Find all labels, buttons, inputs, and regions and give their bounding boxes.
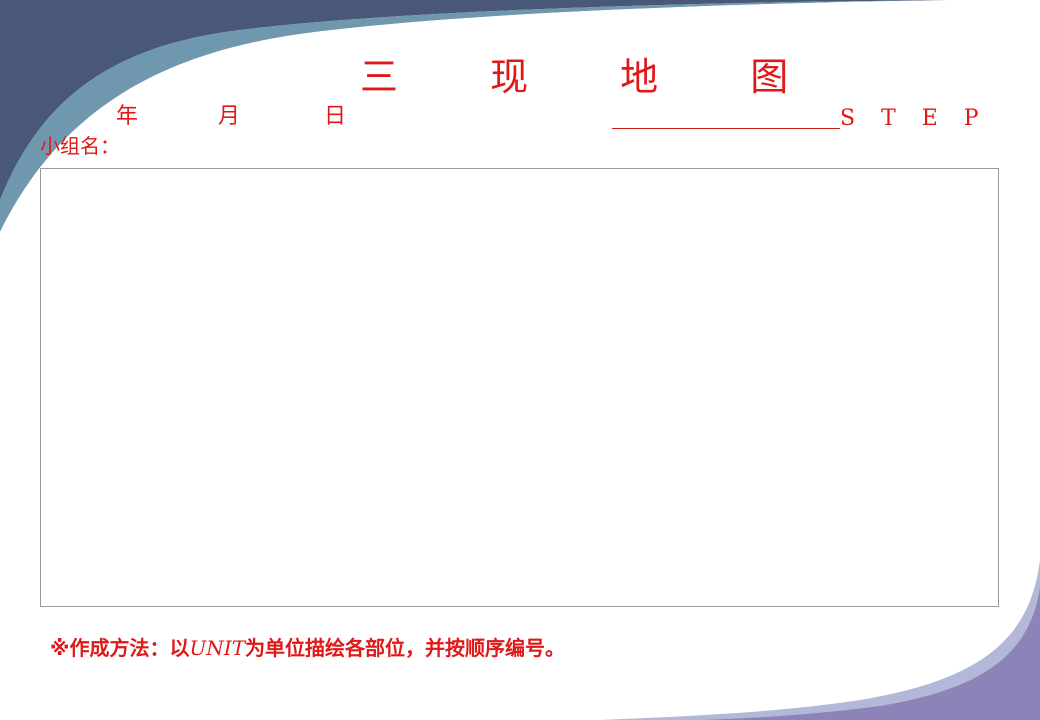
group-name-label: 小组名：: [40, 134, 120, 158]
date-month-label: 月: [218, 104, 241, 129]
page-title: 三 现 地 图: [360, 55, 829, 99]
method-note-unit: UNIT: [189, 636, 246, 660]
step-label: STEP: [840, 106, 1005, 131]
method-note-suffix: 为单位描绘各部位，并按顺序编号。: [245, 636, 566, 660]
date-year-label: 年: [116, 104, 139, 129]
date-day-label: 日: [324, 104, 347, 129]
step-underline[interactable]: [612, 128, 840, 129]
method-note-prefix: ※作成方法：以: [50, 636, 190, 660]
method-note: ※作成方法：以UNIT为单位描绘各部位，并按顺序编号。: [50, 634, 565, 662]
map-drawing-area[interactable]: [40, 168, 999, 607]
